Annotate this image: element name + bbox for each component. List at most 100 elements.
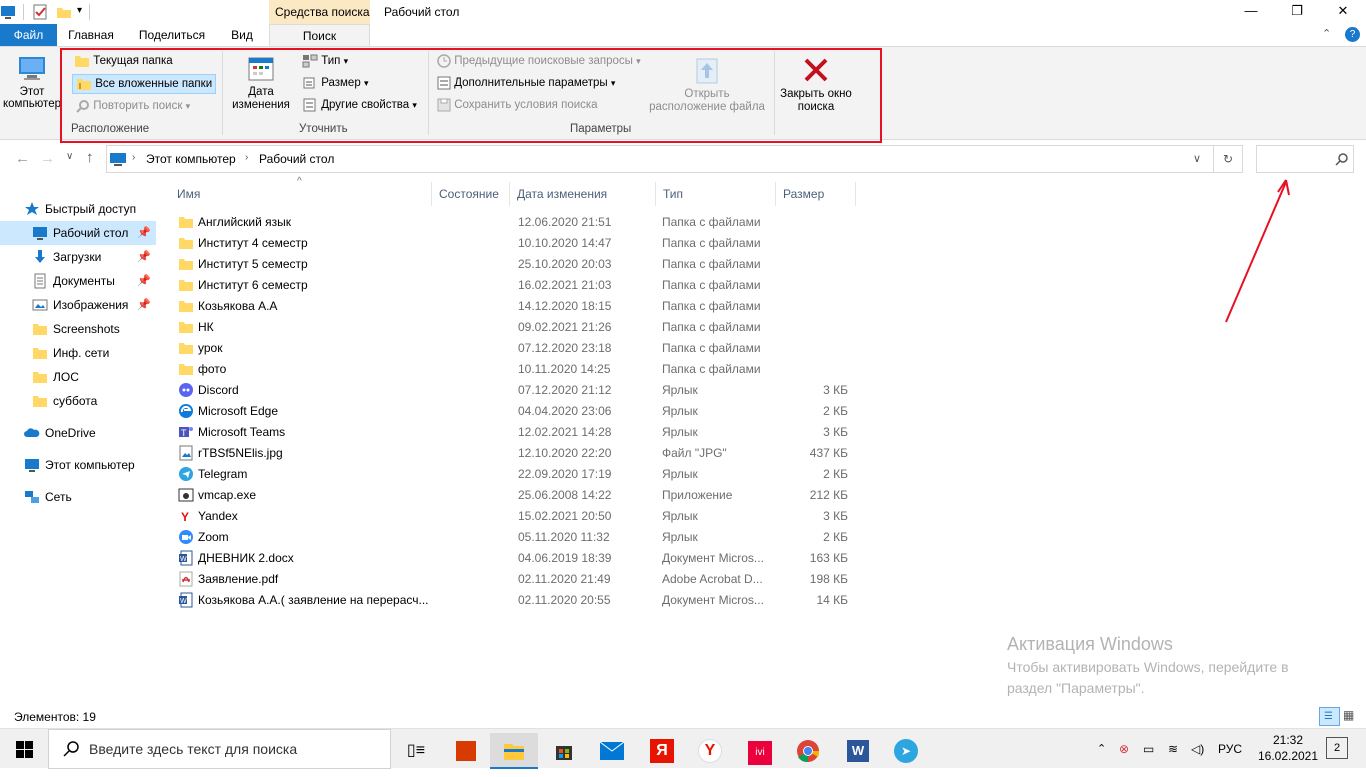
nav-item-desktop[interactable]: Рабочий стол 📌 [0,221,156,245]
restore-button[interactable]: ❐ [1274,0,1320,24]
help-icon[interactable]: ? [1345,27,1360,42]
file-row[interactable]: vmcap.exe 25.06.2008 14:22 Приложение 212 К… [170,485,860,506]
column-header-type[interactable]: Тип [656,182,776,206]
star-icon [25,202,39,215]
file-row[interactable]: W ДНЕВНИК 2.docx 04.06.2019 18:39 Документ … [170,548,860,569]
file-row[interactable]: Институт 4 семестр 10.10.2020 14:47 Папка … [170,233,860,254]
file-row[interactable]: rTBSf5NElis.jpg 12.10.2020 22:20 Файл "JPG… [170,443,860,464]
nav-item-pictures[interactable]: Изображения 📌 [0,293,156,317]
file-row[interactable]: Microsoft Edge 04.04.2020 23:06 Ярлык 2 КБ [170,401,860,422]
antivirus-tray-icon[interactable]: ⊗ [1119,729,1129,769]
clock[interactable]: 21:32 16.02.2021 [1255,732,1321,764]
nav-item-los[interactable]: ЛОС [0,365,156,389]
tab-file[interactable]: Файл [0,24,57,46]
nav-item-documents[interactable]: Документы 📌 [0,269,156,293]
file-date: 14.12.2020 18:15 [518,299,612,313]
nav-this-pc[interactable]: Этот компьютер [0,453,156,477]
minimize-button[interactable]: — [1228,0,1274,24]
battery-icon[interactable]: ▭ [1143,729,1154,769]
file-row[interactable]: W Козьякова А.А.( заявление на перерасч..… [170,590,860,611]
file-explorer-app[interactable] [490,733,538,769]
task-view-button[interactable]: ▯≡ [392,733,440,769]
nav-item-screenshots[interactable]: Screenshots [0,317,156,341]
breadcrumb-desktop[interactable]: Рабочий стол [259,152,334,166]
large-icons-view-button[interactable]: ▦ [1343,708,1354,722]
tab-home[interactable]: Главная [62,24,120,46]
tab-view[interactable]: Вид [222,24,262,46]
collapse-ribbon-icon[interactable]: ⌃ [1322,27,1331,40]
file-row[interactable]: урок 07.12.2020 23:18 Папка с файлами [170,338,860,359]
nav-item-inf-seti[interactable]: Инф. сети [0,341,156,365]
file-row[interactable]: Discord 07.12.2020 21:12 Ярлык 3 КБ [170,380,860,401]
column-header-status[interactable]: Состояние [432,182,510,206]
file-row[interactable]: НК 09.02.2021 21:26 Папка с файлами [170,317,860,338]
file-row[interactable]: Telegram 22.09.2020 17:19 Ярлык 2 КБ [170,464,860,485]
chrome-app[interactable] [784,733,832,769]
breadcrumb-this-pc[interactable]: Этот компьютер [146,152,236,166]
nav-quick-access[interactable]: Быстрый доступ [0,197,156,221]
nav-item-label: Screenshots [53,322,120,336]
tray-overflow-icon[interactable]: ⌃ [1097,729,1106,769]
file-type: Папка с файлами [662,341,761,355]
wifi-icon[interactable]: ≋ [1168,729,1178,769]
store-bag-icon [556,746,572,760]
back-icon[interactable]: ← [15,150,30,167]
column-header-date[interactable]: Дата изменения [510,182,656,206]
recent-locations-icon[interactable]: ∨ [66,151,73,162]
qa-customize-icon[interactable]: ▾ [77,5,82,16]
network-icon [25,491,39,503]
taskbar-search-box[interactable]: Введите здесь текст для поиска [48,729,391,769]
volume-icon[interactable]: ◁) [1191,729,1204,769]
address-bar[interactable]: › Этот компьютер › Рабочий стол ∨ [106,145,1214,173]
details-view-button[interactable]: ☰ [1319,707,1340,726]
windows-start-icon[interactable] [16,741,33,758]
file-row[interactable]: Институт 5 семестр 25.10.2020 20:03 Папка … [170,254,860,275]
telegram-app[interactable]: ➤ [882,733,930,769]
up-icon[interactable]: ↑ [86,149,94,166]
file-row[interactable]: T Microsoft Teams 12.02.2021 14:28 Ярлык 3 К… [170,422,860,443]
nav-item-subbota[interactable]: суббота [0,389,156,413]
file-size: 2 КБ [823,467,848,481]
file-date: 25.10.2020 20:03 [518,257,612,271]
file-date: 15.02.2021 20:50 [518,509,612,523]
forward-icon[interactable]: → [40,150,55,167]
file-row[interactable]: Zoom 05.11.2020 11:32 Ярлык 2 КБ [170,527,860,548]
file-row[interactable]: Институт 6 семестр 16.02.2021 21:03 Папка … [170,275,860,296]
language-indicator[interactable]: РУС [1218,729,1242,769]
nav-item-downloads[interactable]: Загрузки 📌 [0,245,156,269]
folder-icon [179,259,193,270]
folder-icon [179,322,193,333]
mail-app[interactable] [588,733,636,769]
file-row[interactable]: Английский язык 12.06.2020 21:51 Папка с ф… [170,212,860,233]
tab-share[interactable]: Поделиться [130,24,214,46]
this-pc-button[interactable]: Этот компьютер [3,53,61,110]
notifications-button[interactable]: 2 [1326,737,1348,759]
file-size: 3 КБ [823,383,848,397]
this-pc-app-icon[interactable] [0,4,16,20]
ivi-app[interactable]: ivi [736,733,784,769]
properties-icon[interactable] [32,4,48,20]
close-button[interactable]: ✕ [1320,0,1366,24]
navigation-pane: Быстрый доступ Рабочий стол 📌 Загрузки 📌… [0,190,158,700]
nav-this-pc-label: Этот компьютер [45,458,135,472]
file-row[interactable]: Y Yandex 15.02.2021 20:50 Ярлык 3 КБ [170,506,860,527]
yandex-icon: Y [698,739,722,763]
column-header-name[interactable]: Имя [170,182,432,206]
word-app[interactable]: W [834,733,882,769]
file-row[interactable]: фото 10.11.2020 14:25 Папка с файлами [170,359,860,380]
column-header-size[interactable]: Размер [776,182,856,206]
yandex-app[interactable]: Y [686,733,734,769]
nav-onedrive[interactable]: OneDrive [0,421,156,445]
file-row[interactable]: Козьякова А.А 14.12.2020 18:15 Папка с фай… [170,296,860,317]
yandex-browser-app[interactable]: Я [638,733,686,769]
discord-icon [178,382,194,398]
new-folder-icon[interactable] [56,4,72,20]
office-app[interactable] [442,733,490,769]
tab-search[interactable]: Поиск [269,24,370,46]
refresh-button[interactable]: ↻ [1214,145,1243,173]
nav-network[interactable]: Сеть [0,485,156,509]
search-box[interactable] [1256,145,1354,173]
store-app[interactable] [540,733,588,769]
file-row[interactable]: Заявление.pdf 02.11.2020 21:49 Adobe Acrob… [170,569,860,590]
address-dropdown-icon[interactable]: ∨ [1193,152,1201,165]
